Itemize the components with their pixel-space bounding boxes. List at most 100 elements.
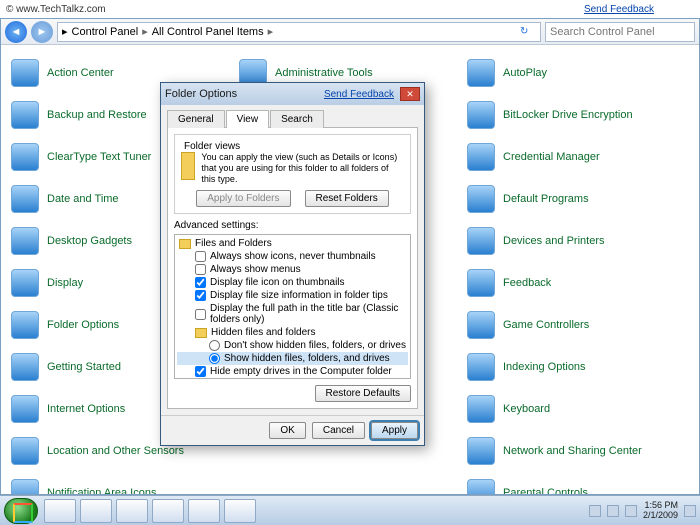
taskbar-app2-icon[interactable] [188, 499, 220, 523]
cp-item[interactable]: Network and Sharing Center [467, 433, 689, 469]
cp-item-label[interactable]: Getting Started [47, 361, 121, 374]
reset-folders-button[interactable]: Reset Folders [305, 190, 389, 207]
cp-item-label[interactable]: Credential Manager [503, 151, 600, 164]
back-button[interactable]: ◄ [5, 21, 27, 43]
adv-setting-label: Don't show hidden files, folders, or dri… [224, 340, 406, 351]
cp-item-label[interactable]: Game Controllers [503, 319, 589, 332]
adv-setting-item[interactable]: Show hidden files, folders, and drives [177, 352, 408, 365]
adv-setting-item[interactable]: Hide extensions for known file types [177, 378, 408, 379]
dialog-actions: OK Cancel Apply [161, 415, 424, 445]
cp-item[interactable]: Feedback [467, 265, 689, 301]
send-feedback-link[interactable]: Send Feedback [584, 4, 654, 15]
adv-setting-item[interactable]: Display file size information in folder … [177, 289, 408, 302]
apply-button[interactable]: Apply [371, 422, 418, 439]
cp-item-label[interactable]: Indexing Options [503, 361, 586, 374]
restore-defaults-button[interactable]: Restore Defaults [315, 385, 411, 402]
cp-item-label[interactable]: Feedback [503, 277, 551, 290]
adv-setting-item[interactable]: Files and Folders [177, 237, 408, 250]
tray-network-icon[interactable] [607, 505, 619, 517]
tab-view[interactable]: View [226, 110, 270, 128]
cp-item[interactable]: Devices and Printers [467, 223, 689, 259]
breadcrumb[interactable]: ▸ Control Panel ▸ All Control Panel Item… [57, 22, 541, 42]
adv-checkbox[interactable] [195, 290, 206, 301]
refresh-icon[interactable]: ↻ [520, 26, 536, 37]
cp-item[interactable]: Keyboard [467, 391, 689, 427]
cp-item[interactable]: Game Controllers [467, 307, 689, 343]
cp-item-label[interactable]: Action Center [47, 67, 114, 80]
adv-setting-item[interactable]: Don't show hidden files, folders, or dri… [177, 339, 408, 352]
cp-item-label[interactable]: Administrative Tools [275, 67, 373, 80]
cp-item[interactable]: Indexing Options [467, 349, 689, 385]
adv-setting-item[interactable]: Always show menus [177, 263, 408, 276]
cp-item-icon [11, 311, 39, 339]
ok-button[interactable]: OK [269, 422, 305, 439]
cp-item[interactable]: Parental Controls [467, 475, 689, 494]
cp-item-label[interactable]: Notification Area Icons [47, 487, 156, 494]
cp-item-label[interactable]: Parental Controls [503, 487, 588, 494]
crumb-control-panel[interactable]: Control Panel [72, 26, 139, 38]
dialog-titlebar[interactable]: Folder Options Send Feedback ✕ [161, 83, 424, 105]
show-desktop-button[interactable] [684, 505, 696, 517]
adv-setting-item[interactable]: Hidden files and folders [177, 326, 408, 339]
cp-item[interactable]: AutoPlay [467, 55, 689, 91]
tab-view-page: Folder views You can apply the view (suc… [167, 127, 418, 409]
folder-icon [195, 328, 207, 338]
taskbar-folder-icon[interactable] [224, 499, 256, 523]
search-input[interactable]: Search Control Panel [545, 22, 695, 42]
cp-item-label[interactable]: ClearType Text Tuner [47, 151, 151, 164]
tray-sound-icon[interactable] [625, 505, 637, 517]
taskbar-app1-icon[interactable] [152, 499, 184, 523]
dialog-send-feedback[interactable]: Send Feedback [324, 89, 394, 100]
adv-checkbox[interactable] [195, 309, 206, 320]
cp-item-label[interactable]: Keyboard [503, 403, 550, 416]
crumb-all-items[interactable]: All Control Panel Items [152, 26, 264, 38]
tab-general[interactable]: General [167, 110, 225, 128]
adv-radio[interactable] [209, 353, 220, 364]
cp-item[interactable]: Notification Area Icons [11, 475, 233, 494]
adv-setting-item[interactable]: Display the full path in the title bar (… [177, 302, 408, 326]
tray-flag-icon[interactable] [589, 505, 601, 517]
taskbar-media-icon[interactable] [116, 499, 148, 523]
cp-item-label[interactable]: Network and Sharing Center [503, 445, 642, 458]
adv-setting-item[interactable]: Hide empty drives in the Computer folder [177, 365, 408, 378]
cp-item-label[interactable]: Date and Time [47, 193, 119, 206]
cp-item-label[interactable]: Devices and Printers [503, 235, 605, 248]
tab-search[interactable]: Search [270, 110, 324, 128]
cp-item-label[interactable]: Default Programs [503, 193, 589, 206]
explorer-navbar: ◄ ► ▸ Control Panel ▸ All Control Panel … [1, 19, 699, 45]
forward-button[interactable]: ► [31, 21, 53, 43]
cp-item[interactable]: Credential Manager [467, 139, 689, 175]
cp-item[interactable]: BitLocker Drive Encryption [467, 97, 689, 133]
cp-item-label[interactable]: Internet Options [47, 403, 125, 416]
cp-item-label[interactable]: Display [47, 277, 83, 290]
advanced-settings-list[interactable]: Files and FoldersAlways show icons, neve… [174, 234, 411, 379]
adv-setting-label: Show hidden files, folders, and drives [224, 353, 390, 364]
cp-item-label[interactable]: Desktop Gadgets [47, 235, 132, 248]
start-button[interactable] [4, 498, 38, 524]
adv-radio[interactable] [209, 340, 220, 351]
adv-setting-item[interactable]: Always show icons, never thumbnails [177, 250, 408, 263]
adv-checkbox[interactable] [195, 277, 206, 288]
cp-item-icon [467, 395, 495, 423]
adv-checkbox[interactable] [195, 264, 206, 275]
close-icon[interactable]: ✕ [400, 87, 420, 101]
apply-to-folders-button[interactable]: Apply to Folders [196, 190, 290, 207]
adv-checkbox[interactable] [195, 251, 206, 262]
adv-checkbox[interactable] [195, 366, 206, 377]
folder-views-text: You can apply the view (such as Details … [201, 152, 404, 184]
cp-item-icon [467, 227, 495, 255]
cp-item-label[interactable]: AutoPlay [503, 67, 547, 80]
cp-item-label[interactable]: BitLocker Drive Encryption [503, 109, 633, 122]
cp-item-icon [467, 269, 495, 297]
cp-item[interactable]: Default Programs [467, 181, 689, 217]
tray-clock[interactable]: 1:56 PM 2/1/2009 [643, 501, 678, 521]
cancel-button[interactable]: Cancel [312, 422, 365, 439]
folder-icon [179, 239, 191, 249]
taskbar-ie-icon[interactable] [44, 499, 76, 523]
cp-item-label[interactable]: Location and Other Sensors [47, 445, 184, 458]
cp-item-label[interactable]: Folder Options [47, 319, 119, 332]
adv-setting-item[interactable]: Display file icon on thumbnails [177, 276, 408, 289]
cp-item-label[interactable]: Backup and Restore [47, 109, 147, 122]
cp-item-icon [467, 437, 495, 465]
taskbar-explorer-icon[interactable] [80, 499, 112, 523]
